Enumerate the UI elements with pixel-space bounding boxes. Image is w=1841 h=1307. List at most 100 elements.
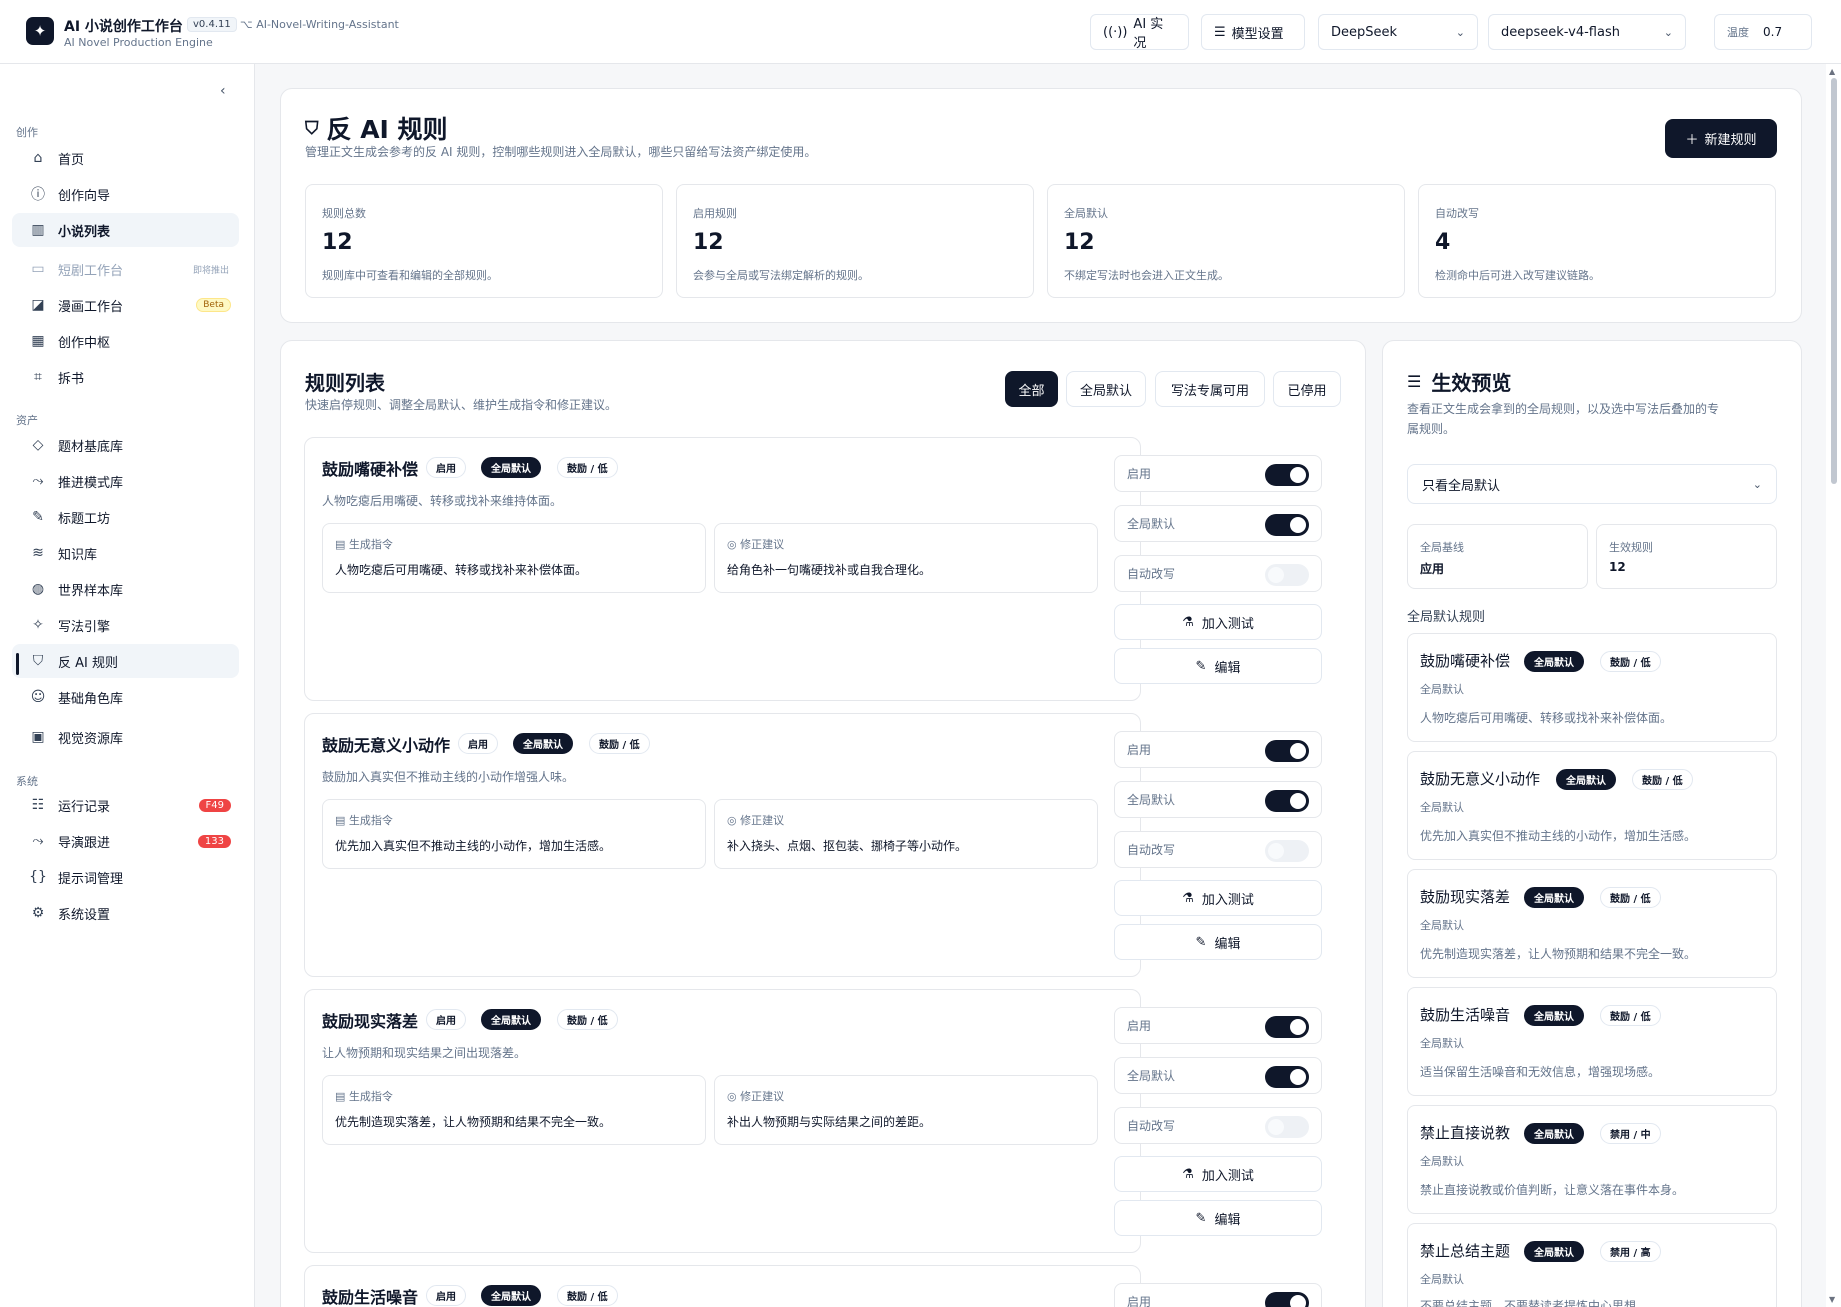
edit-label: 编辑 (1214, 660, 1241, 676)
sidebar-item-title-workshop[interactable]: ✎ 标题工坊 (12, 500, 239, 534)
page-title: ⛉ 反 AI 规则 (305, 110, 448, 146)
user-icon: ☺ (30, 689, 46, 705)
scroll-down-arrow-icon[interactable]: ▼ (1829, 1295, 1835, 1304)
sidebar-item-label: 推进模式库 (58, 475, 124, 491)
temperature-field[interactable]: 温度 0.7 (1714, 14, 1812, 50)
sidebar-item-home[interactable]: ⌂ 首页 (12, 141, 239, 175)
edit-button[interactable]: ✎ 编辑 (1114, 924, 1322, 960)
preview-rule-category: 全局默认 (1420, 1037, 1464, 1050)
global-toggle[interactable] (1265, 790, 1309, 812)
enabled-toggle[interactable] (1265, 1292, 1309, 1307)
global-toggle[interactable] (1265, 1066, 1309, 1088)
global-label: 全局默认 (1127, 517, 1176, 531)
scroll-up-arrow-icon[interactable]: ▲ (1829, 67, 1835, 76)
plus-icon: ＋ (1685, 133, 1699, 148)
sidebar-item-prompt-manager[interactable]: {} 提示词管理 (12, 860, 239, 894)
sidebar-item-director-follow[interactable]: ⤳ 导演跟进 133 (12, 824, 239, 858)
level-badge: 鼓励 / 低 (1600, 1005, 1661, 1026)
preview-rule-card[interactable]: 鼓励现实落差 全局默认 鼓励 / 低 全局默认 优先制造现实落差，让人物预期和结… (1407, 869, 1777, 978)
filter-style-only[interactable]: 写法专属可用 (1155, 371, 1265, 407)
preview-rule-card[interactable]: 鼓励无意义小动作 全局默认 鼓励 / 低 全局默认 优先加入真实但不推动主线的小… (1407, 751, 1777, 860)
fix-suggestion-box: ◎ 修正建议 补入挠头、点烟、抠包装、挪椅子等小动作。 (714, 799, 1098, 869)
provider-select[interactable]: DeepSeek ⌄ (1318, 14, 1478, 50)
sidebar-item-character-library[interactable]: ☺ 基础角色库 (12, 680, 239, 714)
repo-link[interactable]: ⌥ AI-Novel-Writing-Assistant (240, 18, 399, 31)
preview-rule-card[interactable]: 鼓励生活噪音 全局默认 鼓励 / 低 全局默认 适当保留生活噪音和无效信息，增强… (1407, 987, 1777, 1096)
global-control: 全局默认 (1114, 505, 1322, 542)
sidebar-item-system-settings[interactable]: ⚙ 系统设置 (12, 896, 239, 930)
preview-desc-line-2: 属规则。 (1407, 422, 1456, 436)
app-logo-icon[interactable]: ✦ (26, 17, 54, 45)
rule-card: 鼓励无意义小动作 启用 全局默认 鼓励 / 低 鼓励加入真实但不推动主线的小动作… (304, 713, 1322, 977)
edit-button[interactable]: ✎ 编辑 (1114, 648, 1322, 684)
enabled-toggle[interactable] (1265, 740, 1309, 762)
preview-rule-card[interactable]: 鼓励嘴硬补偿 全局默认 鼓励 / 低 全局默认 人物吃瘪后可用嘴硬、转移或找补来… (1407, 633, 1777, 742)
fix-text: 给角色补一句嘴硬找补或自我合理化。 (727, 563, 932, 577)
fix-label: ◎ 修正建议 (727, 1088, 784, 1104)
preview-rule-category: 全局默认 (1420, 919, 1464, 932)
director-follow-count: 133 (197, 834, 231, 848)
edit-button[interactable]: ✎ 编辑 (1114, 1200, 1322, 1236)
sidebar-item-creative-hub[interactable]: ▦ 创作中枢 (12, 324, 239, 358)
sidebar-item-wizard[interactable]: ⓘ 创作向导 (12, 177, 239, 211)
enabled-toggle[interactable] (1265, 1016, 1309, 1038)
file-icon: ▤ (335, 538, 349, 551)
sidebar-item-label: 反 AI 规则 (58, 655, 118, 671)
sidebar-item-progress-modes[interactable]: ⤳ 推进模式库 (12, 464, 239, 498)
ai-live-button[interactable]: ((·)) AI 实况 (1090, 14, 1189, 51)
sidebar-item-visual-assets[interactable]: ▣ 视觉资源库 (12, 720, 239, 754)
auto-rewrite-toggle[interactable] (1265, 564, 1309, 586)
global-control: 全局默认 (1114, 1057, 1322, 1094)
book-open-icon: ▥ (31, 222, 45, 238)
stat-card-auto-rewrite: 自动改写 4 检测命中后可进入改写建议链路。 (1418, 184, 1776, 298)
sidebar-item-knowledge-base[interactable]: ≋ 知识库 (12, 536, 239, 570)
sidebar-item-writing-engine[interactable]: ✧ 写法引擎 (12, 608, 239, 642)
filter-global[interactable]: 全局默认 (1066, 371, 1146, 407)
sidebar-item-novel-list[interactable]: ▥ 小说列表 (12, 213, 239, 247)
chevron-left-icon[interactable]: ‹ (220, 83, 226, 99)
sidebar-item-book-breakdown[interactable]: ⌗ 拆书 (12, 360, 239, 394)
add-to-test-button[interactable]: ⚗ 加入测试 (1114, 1156, 1322, 1192)
rule-name: 鼓励生活噪音 (322, 1288, 419, 1307)
auto-rewrite-toggle[interactable] (1265, 1116, 1309, 1138)
fix-suggestion-box: ◎ 修正建议 补出人物预期与实际结果之间的差距。 (714, 1075, 1098, 1145)
preview-rule-card[interactable]: 禁止直接说教 全局默认 禁用 / 中 全局默认 禁止直接说教或价值判断，让意义落… (1407, 1105, 1777, 1214)
section-label-create: 创作 (16, 126, 38, 139)
sidebar-item-genre-base[interactable]: ◇ 题材基底库 (12, 428, 239, 462)
enabled-toggle[interactable] (1265, 464, 1309, 486)
filter-all[interactable]: 全部 (1005, 371, 1058, 407)
top-bar: ✦ AI 小说创作工作台 v0.4.11 AI Novel Production… (0, 0, 1841, 64)
new-rule-button[interactable]: ＋ 新建规则 (1665, 119, 1777, 158)
scrollbar-thumb[interactable] (1831, 78, 1837, 484)
sidebar-item-world-samples[interactable]: ◍ 世界样本库 (12, 572, 239, 606)
check-circle-icon: ◎ (727, 814, 741, 827)
stat-card-global: 全局默认 12 不绑定写法时也会进入正文生成。 (1047, 184, 1405, 298)
stat-value: 12 (322, 230, 353, 255)
shield-check-icon: ⛉ (305, 117, 319, 139)
preview-stat-baseline: 全局基线 应用 (1407, 524, 1588, 589)
model-settings-button[interactable]: ☰ 模型设置 (1201, 14, 1305, 50)
generation-label: ▤ 生成指令 (335, 812, 393, 828)
enabled-label: 启用 (1127, 467, 1152, 481)
global-toggle[interactable] (1265, 514, 1309, 536)
sidebar-item-comic[interactable]: ◪ 漫画工作台 Beta (12, 288, 239, 322)
sidebar-item-anti-ai-rules[interactable]: ⛉ 反 AI 规则 (12, 644, 239, 678)
enabled-control: 启用 (1114, 1283, 1322, 1307)
model-select[interactable]: deepseek-v4-flash ⌄ (1488, 14, 1686, 50)
sidebar-item-label: 导演跟进 (58, 835, 111, 851)
sidebar-item-run-logs[interactable]: ☷ 运行记录 F49 (12, 788, 239, 822)
active-indicator (16, 653, 19, 675)
preview-style-select[interactable]: 只看全局默认 ⌄ (1407, 464, 1777, 504)
add-to-test-button[interactable]: ⚗ 加入测试 (1114, 880, 1322, 916)
auto-rewrite-toggle[interactable] (1265, 840, 1309, 862)
stat-label: 规则总数 (322, 207, 366, 220)
comic-icon: ◪ (31, 297, 45, 313)
auto-rewrite-label: 自动改写 (1127, 1119, 1176, 1133)
filter-disabled[interactable]: 已停用 (1273, 371, 1341, 407)
globe-icon: ◍ (31, 581, 45, 597)
preview-rule-card[interactable]: 禁止总结主题 全局默认 禁用 / 高 全局默认 不要总结主题，不要替读者提炼中心… (1407, 1223, 1777, 1307)
status-badge: 启用 (426, 457, 466, 478)
app-title: AI 小说创作工作台 (64, 19, 183, 35)
scope-badge: 全局默认 (481, 1285, 541, 1306)
add-to-test-button[interactable]: ⚗ 加入测试 (1114, 604, 1322, 640)
